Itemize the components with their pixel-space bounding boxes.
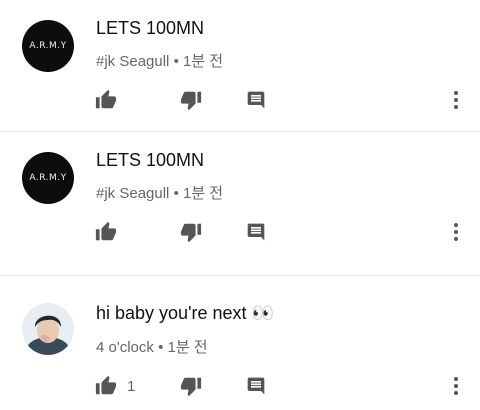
like-button[interactable] [95,87,127,113]
dislike-button[interactable] [180,219,202,245]
like-count: 1 [127,377,136,395]
comment-meta: #jk Seagull • 1분 전 [96,50,223,71]
reply-button[interactable] [246,87,266,113]
thumbs-down-icon [180,377,202,397]
reply-icon [247,377,265,395]
comment-item: A.R.M.Y LETS 100MN #jk Seagull • 1분 전 [0,132,480,275]
comment-item: A.R.M.Y LETS 100MN #jk Seagull • 1분 전 [0,0,480,131]
reply-button[interactable] [246,219,266,245]
like-button[interactable]: 1 [95,373,135,399]
timestamp: 1분 전 [183,185,224,202]
thumbs-up-icon [95,375,117,395]
reply-button[interactable] [246,373,266,399]
author-name[interactable]: #jk Seagull [96,53,169,70]
more-options-button[interactable] [446,87,466,113]
avatar-label: A.R.M.Y [29,41,67,51]
dislike-button[interactable] [180,87,202,113]
dislike-button[interactable] [180,373,202,399]
meta-separator: • [158,339,164,356]
like-button[interactable] [95,219,127,245]
more-options-button[interactable] [446,219,466,245]
comment-meta: 4 o'clock • 1분 전 [96,336,208,357]
comment-text: hi baby you're next 👀 [96,303,274,323]
more-vertical-icon [454,377,458,395]
profile-photo [22,303,74,355]
reply-icon [247,223,265,241]
timestamp: 1분 전 [183,53,224,70]
meta-separator: • [173,53,179,70]
comment-text: LETS 100MN [96,150,205,170]
more-options-button[interactable] [446,373,466,399]
thumbs-down-icon [180,91,202,111]
thumbs-down-icon [180,223,202,243]
reply-icon [247,91,265,109]
more-vertical-icon [454,223,458,241]
comment-actions [0,219,480,245]
comment-actions: 1 [0,373,480,399]
author-name[interactable]: #jk Seagull [96,185,169,202]
avatar[interactable]: A.R.M.Y [22,152,74,204]
comment-meta: #jk Seagull • 1분 전 [96,182,223,203]
author-name[interactable]: 4 o'clock [96,339,154,356]
avatar-label: A.R.M.Y [29,173,67,183]
timestamp: 1분 전 [167,339,208,356]
comment-text: LETS 100MN [96,18,205,38]
avatar[interactable]: A.R.M.Y [22,20,74,72]
thumbs-up-icon [95,89,117,109]
avatar[interactable] [22,303,74,355]
more-vertical-icon [454,91,458,109]
thumbs-up-icon [95,221,117,241]
comment-actions [0,87,480,113]
meta-separator: • [173,185,179,202]
comment-item: hi baby you're next 👀 4 o'clock • 1분 전 1 [0,276,480,410]
